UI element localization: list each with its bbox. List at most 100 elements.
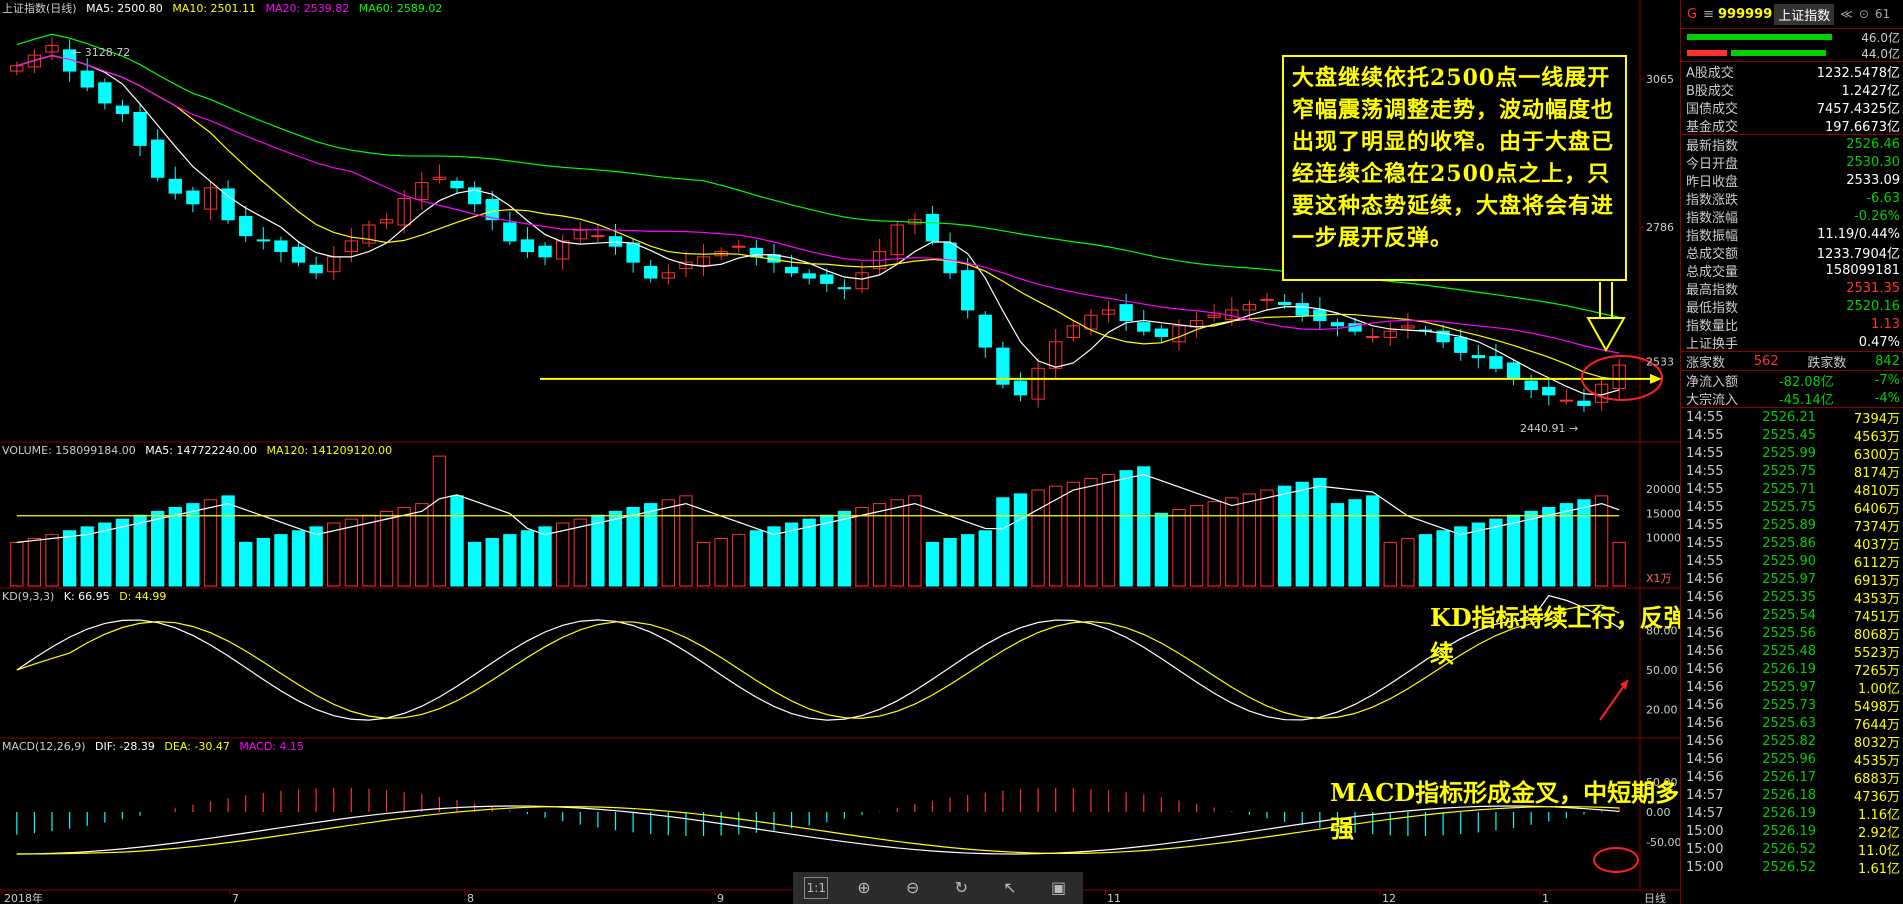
refresh-icon[interactable]: ↻ [948, 875, 974, 901]
candle [291, 246, 306, 263]
macd-header: MACD(12,26,9) DIF: -28.39 DEA: -30.47 MA… [2, 740, 310, 754]
volume-bar [608, 510, 623, 587]
candle [221, 188, 235, 221]
callout-arrow-head [1586, 317, 1626, 353]
save-icon[interactable]: ▣ [1046, 875, 1072, 901]
index-stat-row: 最新指数 2526.46 [1686, 136, 1900, 154]
index-stat-row: 总成交额 1233.7904亿 [1686, 246, 1900, 262]
volume-bar [626, 506, 640, 587]
volume-bar [80, 526, 94, 587]
volume-bar [98, 522, 112, 587]
volume-bar [1612, 541, 1626, 587]
candle [1542, 386, 1556, 396]
volume-bar [203, 499, 218, 587]
volume-bar [344, 518, 359, 587]
one-to-one-button[interactable]: 1:1 [804, 877, 829, 899]
stock-code[interactable]: 999999 [1718, 7, 1772, 22]
page-number[interactable]: 61 [1875, 7, 1890, 21]
candle [1013, 380, 1028, 396]
volume-axis-label: 15000 [1646, 507, 1680, 520]
tick-row: 14:57 2526.19 1.16亿 [1686, 806, 1900, 823]
ma5-label: MA5: 2500.80 [86, 2, 163, 15]
volume-bar [556, 522, 570, 587]
stock-name[interactable]: 上证指数 [1774, 3, 1835, 25]
index-stat-row: 最高指数 2531.35 [1686, 280, 1900, 298]
volume-bar [1418, 534, 1433, 587]
settings-icon[interactable]: ⊙ [1859, 7, 1869, 21]
index-stat-row: 总成交量 158099181 [1686, 262, 1900, 280]
tick-row: 14:56 2525.97 6913万 [1686, 572, 1900, 589]
candle [1295, 303, 1309, 316]
volume-bar [397, 506, 411, 587]
volume-bar [256, 538, 270, 587]
volume-bar [1101, 474, 1116, 587]
volume-bar [10, 541, 24, 587]
x-axis-label: 2018年 [4, 891, 43, 904]
volume-bar [1277, 485, 1292, 587]
macd-dif-label: DIF: -28.39 [95, 740, 155, 753]
candle [98, 82, 112, 104]
volume-bar [732, 534, 746, 587]
period-label: 日线 [1644, 891, 1666, 904]
candle [732, 245, 746, 248]
candle [151, 139, 165, 178]
candle [591, 235, 605, 238]
tick-row: 14:55 2525.89 7374万 [1686, 518, 1900, 535]
index-stat-row: 指数振幅 11.19/0.44% [1686, 226, 1900, 244]
volume-bar [1189, 505, 1204, 587]
tick-row: 14:56 2525.54 7451万 [1686, 608, 1900, 625]
candle [1559, 399, 1574, 402]
index-stat-row: 指数量比 1.13 [1686, 316, 1900, 334]
volume-bar [133, 514, 147, 587]
buy-power-bar: 46.0亿 [1681, 29, 1903, 45]
volume-bar [1383, 541, 1397, 587]
candle [133, 111, 147, 146]
zoom-in-icon[interactable]: ⊕ [851, 875, 877, 901]
candle [80, 70, 94, 88]
volume-bar [309, 526, 323, 587]
x-axis-label: 11 [1107, 892, 1121, 904]
turnover-row: 国债成交 7457.4325亿 [1686, 101, 1900, 117]
fund-flow-row: 大宗流入 -45.14亿 -4% [1686, 390, 1900, 408]
cursor-icon[interactable]: ↖ [997, 875, 1023, 901]
tick-row: 14:56 2525.97 1.00亿 [1686, 680, 1900, 697]
index-stat-row: 今日开盘 2530.30 [1686, 154, 1900, 172]
volume-bar [1260, 489, 1274, 587]
volume-bar [239, 541, 253, 587]
price-axis-label: 2786 [1646, 221, 1674, 234]
zoom-out-icon[interactable]: ⊖ [900, 875, 926, 901]
turnover-row: B股成交 1.2427亿 [1686, 83, 1900, 99]
tick-row: 14:56 2525.96 4535万 [1686, 752, 1900, 769]
buy-power-fill [1687, 34, 1832, 40]
candle [1524, 380, 1538, 391]
kd-axis-label: 20.00 [1646, 704, 1678, 717]
collapse-icon[interactable]: ≪ [1840, 7, 1853, 21]
volume-bar [1172, 508, 1186, 587]
candle [1154, 328, 1169, 337]
volume-ma5-label: MA5: 147722240.00 [145, 444, 257, 457]
volume-axis-label: 20000 [1646, 483, 1680, 496]
market-code-prefix: G [1687, 6, 1698, 22]
volume-bar [749, 530, 764, 587]
market-commentary-callout: 大盘继续依托2500点一线展开窄幅震荡调整走势，波动幅度也出现了明显的收窄。由于… [1282, 55, 1627, 281]
tick-row: 14:56 2526.17 6883万 [1686, 770, 1900, 787]
candle [1277, 301, 1292, 306]
ma10-label: MA10: 2501.11 [172, 2, 257, 15]
high-price-label: ← 3128.72 [72, 46, 130, 59]
macd-dea-label: DEA: -30.47 [164, 740, 230, 753]
candle [1454, 337, 1468, 353]
decline-count: 842 [1875, 353, 1900, 369]
volume-bar [802, 518, 816, 587]
sidebar-header: G ≡ 999999 上证指数 ≪ ⊙ 61 [1681, 0, 1903, 29]
index-stat-row: 指数涨跌 -6.63 [1686, 190, 1900, 208]
volume-bar [62, 530, 77, 587]
volume-bar [1137, 466, 1151, 587]
volume-bar [1524, 510, 1538, 587]
tick-row: 14:56 2525.82 8032万 [1686, 734, 1900, 751]
candle [943, 242, 957, 274]
volume-bar [1066, 481, 1080, 587]
menu-icon[interactable]: ≡ [1703, 7, 1714, 22]
volume-bar [1225, 497, 1239, 587]
volume-bar [820, 514, 834, 587]
volume-bar [1119, 470, 1133, 587]
